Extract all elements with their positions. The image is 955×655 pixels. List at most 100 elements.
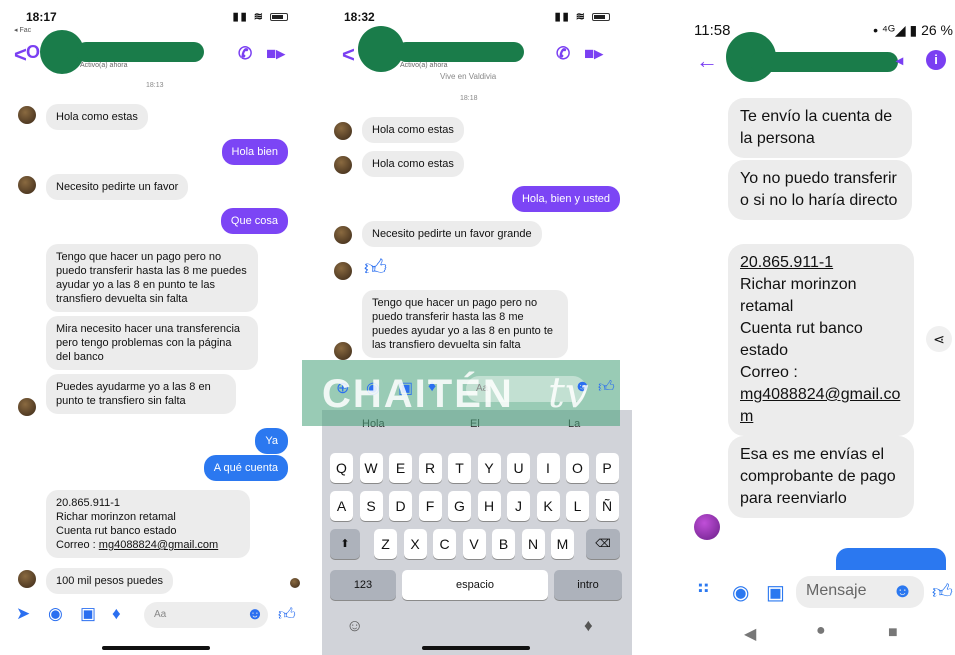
emoji-icon[interactable]: ☻ (892, 580, 913, 603)
contact-avatar (334, 342, 352, 360)
message-in: Hola como estas (362, 151, 464, 177)
contact-avatar (18, 570, 36, 588)
status-icons: ▮▮ ≋ (233, 10, 288, 23)
thumbs-up-icon[interactable]: 👍︎ (278, 604, 296, 625)
thumbs-up-icon: 👍︎ (598, 379, 615, 396)
message-in: Hola como estas (46, 104, 148, 130)
account-holder: Richar morinzon retamal (56, 511, 176, 523)
key-ñ[interactable]: Ñ (595, 491, 619, 521)
email-link[interactable]: mg4088824@gmail.com (740, 384, 902, 428)
thumbs-up-icon[interactable]: 👍︎ (932, 580, 953, 604)
location-icon[interactable]: ➤ (16, 604, 30, 624)
nav-back-icon[interactable]: ◀ (744, 624, 756, 644)
key-v[interactable]: V (462, 529, 486, 559)
back-arrow-icon[interactable]: ← (696, 48, 718, 74)
video-call-icon[interactable]: ■▸ (584, 44, 603, 64)
key-r[interactable]: R (418, 453, 442, 483)
contact-avatar (334, 122, 352, 140)
key-n[interactable]: N (521, 529, 545, 559)
thumbs-up-icon: 👍︎ (364, 255, 387, 280)
message-in: Mira necesito hacer una transferencia pe… (46, 316, 258, 370)
message-in: Yo no puedo transferir o si no lo haría … (728, 160, 912, 220)
nav-recents-icon[interactable]: ■ (888, 624, 898, 642)
dictation-icon[interactable]: ♦ (584, 616, 593, 636)
message-out: Hola, bien y usted (511, 186, 620, 212)
image-icon[interactable]: ▣ (766, 580, 785, 605)
message-in: 100 mil pesos puedes (46, 568, 174, 594)
watermark-logo: CHAITÉN (322, 372, 514, 416)
email-link[interactable]: mg4088824@gmail.com (99, 539, 218, 551)
numbers-key[interactable]: 123 (330, 570, 396, 600)
message-in-account: 20.865.911-1 Richar morinzon retamal Cue… (46, 490, 250, 558)
image-icon[interactable]: ▣ (80, 604, 96, 624)
status-icons: ▮▮ ≋ (555, 10, 610, 23)
key-x[interactable]: X (403, 529, 427, 559)
message-out: A qué cuenta (203, 455, 288, 481)
message-in: Esa es me envías el comprobante de pago … (728, 436, 914, 518)
shift-key[interactable]: ⬆ (330, 529, 360, 559)
video-call-icon[interactable]: ■▸ (266, 44, 285, 64)
message-in: Necesito pedirte un favor (46, 174, 189, 200)
key-o[interactable]: O (566, 453, 589, 483)
timestamp: 18:13 (146, 82, 164, 89)
phone-call-icon[interactable]: ✆ (238, 44, 252, 64)
key-z[interactable]: Z (374, 529, 397, 559)
composer-bar: ➤ ◉ ▣ ♦ Aa ☻ 👍︎ (0, 600, 310, 634)
key-a[interactable]: A (330, 491, 353, 521)
message-in: Hola como estas (362, 117, 464, 143)
key-t[interactable]: T (448, 453, 471, 483)
key-k[interactable]: K (536, 491, 560, 521)
location-text: Vive en Valdivia (440, 72, 497, 81)
seen-avatar (290, 578, 300, 588)
message-out: Hola bien (221, 139, 288, 165)
key-p[interactable]: P (595, 453, 619, 483)
key-u[interactable]: U (507, 453, 530, 483)
redacted-name (76, 42, 204, 62)
key-s[interactable]: S (359, 491, 383, 521)
key-e[interactable]: E (389, 453, 412, 483)
key-f[interactable]: F (418, 491, 442, 521)
chat-header: ← ◂ i (680, 32, 955, 88)
menu-icon[interactable]: ⠛ (696, 580, 711, 605)
status-bar: 18:32 ▮▮ ≋ (322, 6, 632, 28)
key-y[interactable]: Y (477, 453, 501, 483)
message-in: Te envío la cuenta de la persona (728, 98, 912, 158)
email-label: Correo : (56, 539, 99, 551)
account-number: 20.865.911-1 (56, 497, 121, 509)
phone-call-icon[interactable]: ✆ (556, 44, 570, 64)
camera-icon[interactable]: ◉ (732, 580, 749, 605)
video-call-icon[interactable]: ◂ (896, 52, 903, 69)
space-key[interactable]: espacio (402, 570, 548, 600)
info-icon[interactable]: i (926, 50, 946, 70)
key-l[interactable]: L (566, 491, 589, 521)
account-number[interactable]: 20.865.911-1 (740, 252, 902, 274)
battery-icon (592, 13, 610, 22)
back-arrow-icon[interactable]: < (342, 42, 355, 68)
nav-home-icon[interactable]: ● (816, 622, 826, 640)
key-d[interactable]: D (389, 491, 412, 521)
microphone-icon[interactable]: ♦ (112, 604, 121, 624)
message-out: Que cosa (220, 208, 288, 234)
camera-icon[interactable]: ◉ (48, 604, 63, 624)
key-m[interactable]: M (551, 529, 574, 559)
key-c[interactable]: C (433, 529, 456, 559)
key-w[interactable]: W (359, 453, 383, 483)
return-key[interactable]: intro (554, 570, 622, 600)
iphone-screenshot-2: 18:32 ▮▮ ≋ < Activo(a) ahora ✆ ■▸ Vive e… (322, 0, 632, 655)
emoji-icon[interactable]: ☻ (246, 604, 264, 624)
key-h[interactable]: H (477, 491, 501, 521)
share-icon[interactable]: ⋖ (926, 326, 952, 352)
emoji-keyboard-icon[interactable]: ☺ (346, 616, 363, 636)
key-i[interactable]: I (536, 453, 560, 483)
key-q[interactable]: Q (330, 453, 353, 483)
key-j[interactable]: J (507, 491, 530, 521)
chat-header: < Activo(a) ahora ✆ ■▸ (322, 26, 632, 78)
back-label-icon[interactable]: O (26, 42, 40, 63)
watermark-tv: tv (548, 368, 589, 417)
back-arrow-icon[interactable]: < (14, 42, 27, 68)
status-bar: 18:17 ◂ Fac ▮▮ ≋ (0, 6, 310, 34)
status-time: 18:17 (26, 10, 57, 24)
delete-key[interactable]: ⌫ (586, 529, 620, 559)
key-b[interactable]: B (492, 529, 515, 559)
key-g[interactable]: G (448, 491, 471, 521)
